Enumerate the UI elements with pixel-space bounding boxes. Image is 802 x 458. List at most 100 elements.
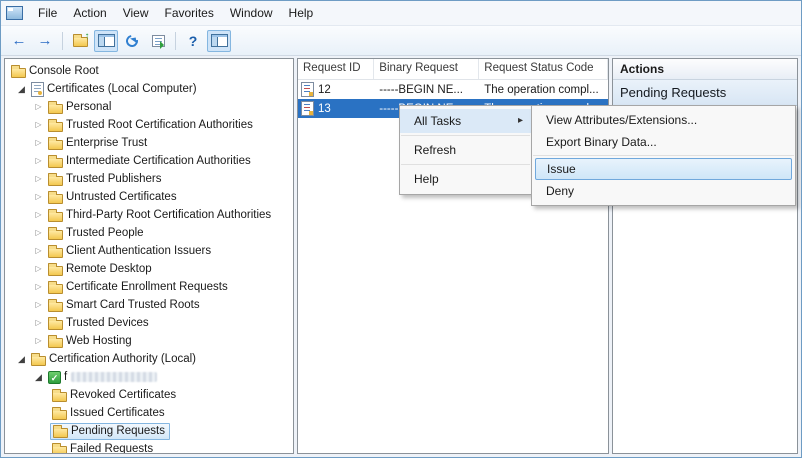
help-icon: ?: [189, 34, 198, 48]
menu-favorites[interactable]: Favorites: [157, 2, 222, 24]
submenu-item-view-attributes-extensions[interactable]: View Attributes/Extensions...: [532, 109, 795, 131]
folder-icon: [52, 410, 67, 420]
tree-item-trusted-people[interactable]: ▷ Trusted People: [5, 224, 293, 242]
column-header-binary-request[interactable]: Binary Request: [374, 59, 479, 79]
show-action-pane-button[interactable]: [207, 30, 231, 52]
menu-separator: [401, 135, 530, 136]
column-header-request-status-code[interactable]: Request Status Code: [479, 59, 608, 79]
back-button[interactable]: ←: [7, 30, 31, 52]
request-id-value: 13: [318, 103, 331, 115]
console-tree-panes-icon: [98, 34, 115, 47]
tree-item-web-hosting[interactable]: ▷ Web Hosting: [5, 332, 293, 350]
certification-authority-icon: [48, 371, 61, 384]
request-row-12[interactable]: 12 -----BEGIN NE... The operation compl.…: [298, 80, 608, 99]
console-tree: Console Root ◢ Certificates (Local Compu…: [5, 59, 293, 454]
tree-item-ca-server[interactable]: ◢ f: [5, 368, 293, 386]
folder-icon: [52, 446, 67, 455]
expander-collapsed-icon[interactable]: ▷: [32, 332, 45, 350]
tree-item-certification-authority-local[interactable]: ◢ Certification Authority (Local): [5, 350, 293, 368]
tree-item-certificates-local-computer[interactable]: ◢ Certificates (Local Computer): [5, 80, 293, 98]
tree-item-remote-desktop[interactable]: ▷ Remote Desktop: [5, 260, 293, 278]
tree-item-label: Certificates (Local Computer): [47, 83, 197, 95]
expander-collapsed-icon[interactable]: ▷: [32, 116, 45, 134]
forward-button[interactable]: →: [33, 30, 57, 52]
tree-item-client-authentication-issuers[interactable]: ▷ Client Authentication Issuers: [5, 242, 293, 260]
folder-icon: [11, 68, 26, 78]
all-tasks-submenu: View Attributes/Extensions... Export Bin…: [531, 105, 796, 206]
expander-expanded-icon[interactable]: ◢: [32, 368, 45, 386]
tree-item-failed-requests[interactable]: Failed Requests: [5, 440, 293, 454]
tree-item-personal[interactable]: ▷ Personal: [5, 98, 293, 116]
menu-help[interactable]: Help: [281, 2, 322, 24]
binary-request-value: -----BEGIN NE...: [374, 84, 479, 96]
submenu-item-issue[interactable]: Issue: [535, 158, 792, 180]
expander-collapsed-icon[interactable]: ▷: [32, 260, 45, 278]
tree-selection-highlight: Pending Requests: [50, 423, 170, 440]
tree-item-label: Client Authentication Issuers: [66, 245, 211, 257]
tree-item-trusted-devices[interactable]: ▷ Trusted Devices: [5, 314, 293, 332]
tree-item-label: Trusted People: [66, 227, 144, 239]
expander-collapsed-icon[interactable]: ▷: [32, 152, 45, 170]
actions-pane-title: Actions: [613, 59, 797, 80]
export-list-button[interactable]: [146, 30, 170, 52]
tree-item-label: Certification Authority (Local): [49, 353, 196, 365]
expander-collapsed-icon[interactable]: ▷: [32, 314, 45, 332]
folder-icon: [48, 266, 63, 276]
folder-icon: [48, 176, 63, 186]
actions-section-pending-requests[interactable]: Pending Requests: [613, 80, 797, 106]
tree-item-trusted-root-certification-authorities[interactable]: ▷ Trusted Root Certification Authorities: [5, 116, 293, 134]
submenu-item-export-binary-data[interactable]: Export Binary Data...: [532, 131, 795, 153]
tree-item-label: f: [64, 371, 67, 383]
context-menu-item-help[interactable]: Help: [400, 167, 531, 191]
expander-collapsed-icon[interactable]: ▷: [32, 188, 45, 206]
up-one-level-button[interactable]: ↑: [68, 30, 92, 52]
expander-expanded-icon[interactable]: ◢: [15, 80, 28, 98]
expander-collapsed-icon[interactable]: ▷: [32, 170, 45, 188]
folder-icon: [48, 320, 63, 330]
column-header-request-id[interactable]: Request ID: [298, 59, 374, 79]
menu-window[interactable]: Window: [222, 2, 281, 24]
menu-separator: [401, 164, 530, 165]
list-header: Request ID Binary Request Request Status…: [298, 59, 608, 80]
expander-collapsed-icon[interactable]: ▷: [32, 242, 45, 260]
tree-item-console-root[interactable]: Console Root: [5, 62, 293, 80]
tree-item-trusted-publishers[interactable]: ▷ Trusted Publishers: [5, 170, 293, 188]
context-menu-item-refresh[interactable]: Refresh: [400, 138, 531, 162]
expander-collapsed-icon[interactable]: ▷: [32, 98, 45, 116]
tree-item-certificate-enrollment-requests[interactable]: ▷ Certificate Enrollment Requests: [5, 278, 293, 296]
request-id-value: 12: [318, 84, 331, 96]
submenu-item-deny[interactable]: Deny: [532, 180, 795, 202]
export-list-icon: [152, 35, 165, 47]
expander-collapsed-icon[interactable]: ▷: [32, 296, 45, 314]
menu-file[interactable]: File: [30, 2, 65, 24]
folder-icon: [48, 248, 63, 258]
tree-item-third-party-root-certification-authorities[interactable]: ▷ Third-Party Root Certification Authori…: [5, 206, 293, 224]
folder-icon: [31, 356, 46, 366]
context-menu-item-all-tasks[interactable]: All Tasks ▸: [400, 109, 531, 133]
tree-item-pending-requests[interactable]: Pending Requests: [5, 422, 293, 440]
tree-item-revoked-certificates[interactable]: Revoked Certificates: [5, 386, 293, 404]
menu-action[interactable]: Action: [65, 2, 114, 24]
tree-item-enterprise-trust[interactable]: ▷ Enterprise Trust: [5, 134, 293, 152]
expander-collapsed-icon[interactable]: ▷: [32, 134, 45, 152]
help-button[interactable]: ?: [181, 30, 205, 52]
expander-collapsed-icon[interactable]: ▷: [32, 206, 45, 224]
tree-item-label: Intermediate Certification Authorities: [66, 155, 251, 167]
tree-item-smart-card-trusted-roots[interactable]: ▷ Smart Card Trusted Roots: [5, 296, 293, 314]
expander-collapsed-icon[interactable]: ▷: [32, 278, 45, 296]
folder-icon: [52, 392, 67, 402]
menu-item-label: Export Binary Data...: [546, 131, 787, 153]
expander-expanded-icon[interactable]: ◢: [15, 350, 28, 368]
show-console-tree-button[interactable]: [94, 30, 118, 52]
console-tree-pane: Console Root ◢ Certificates (Local Compu…: [4, 58, 294, 454]
tree-item-label: Pending Requests: [71, 425, 165, 437]
tree-item-untrusted-certificates[interactable]: ▷ Untrusted Certificates: [5, 188, 293, 206]
tree-item-issued-certificates[interactable]: Issued Certificates: [5, 404, 293, 422]
tree-item-label: Remote Desktop: [66, 263, 152, 275]
refresh-button[interactable]: [120, 30, 144, 52]
expander-collapsed-icon[interactable]: ▷: [32, 224, 45, 242]
folder-icon: [48, 212, 63, 222]
menu-view[interactable]: View: [115, 2, 157, 24]
tree-item-intermediate-certification-authorities[interactable]: ▷ Intermediate Certification Authorities: [5, 152, 293, 170]
toolbar-separator: [62, 32, 63, 50]
